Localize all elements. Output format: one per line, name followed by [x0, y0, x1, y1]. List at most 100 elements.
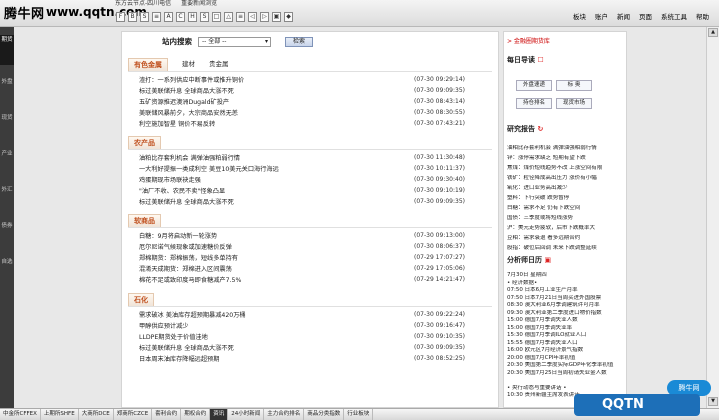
- news-row[interactable]: 混淆天成期货：郑棉进入区间震荡 (07-29 17:05:06): [128, 263, 492, 274]
- menu-item[interactable]: 新闻: [617, 13, 630, 22]
- news-row[interactable]: 五矿资源推迟澳洲Dugald矿投产 (07-30 08:43:14): [128, 96, 492, 107]
- news-title[interactable]: 五矿资源推迟澳洲Dugald矿投产: [128, 97, 414, 106]
- section-tab[interactable]: 贵金属: [209, 58, 229, 71]
- news-row[interactable]: 利空施加智星 铜价不易反转 (07-30 07:43:21): [128, 118, 492, 129]
- news-row[interactable]: 渣打：一系列供应中断事件或推升铜价 (07-30 09:29:14): [128, 74, 492, 85]
- menu-item[interactable]: 板块: [573, 13, 586, 22]
- research-item[interactable]: 油粕比存套利机会 满弹油强粕弱行情: [507, 145, 625, 152]
- bottom-tab[interactable]: 资讯: [210, 409, 229, 420]
- vertical-scrollbar[interactable]: ▲ ▼: [706, 27, 719, 408]
- news-row[interactable]: 需求破冰 美油库存超预期暴减420万桶 (07-30 09:22:24): [128, 309, 492, 320]
- window-tab[interactable]: 重要新闻浏览: [181, 0, 217, 8]
- research-item[interactable]: 焦煤：煤价短线趋势不改 上涨空间有限: [507, 165, 625, 172]
- bottom-tab[interactable]: 上期所SHFE: [41, 409, 79, 420]
- news-title[interactable]: 郑棉期货：郑棉振荡，短线多单持有: [128, 253, 414, 262]
- news-title[interactable]: 一大利好提振一类成利空 美豆10美元关口海行海远: [128, 164, 414, 173]
- toolbar-button-icon[interactable]: C: [176, 12, 185, 22]
- bottom-tab[interactable]: 套利合约: [152, 409, 182, 420]
- news-row[interactable]: LLDPE期货处于价值洼地 (07-30 09:10:35): [128, 331, 492, 342]
- news-row[interactable]: 标过美联储升息 全球商品大涨不死 (07-30 09:09:35): [128, 85, 492, 96]
- news-title[interactable]: 混淆天成期货：郑棉进入区间震荡: [128, 264, 414, 273]
- futures-library-link[interactable]: > 金融圈期货库: [507, 36, 550, 45]
- menu-item[interactable]: 帮助: [696, 13, 709, 22]
- toolbar-button-icon[interactable]: ≡: [236, 12, 245, 22]
- news-title[interactable]: 油粕比存套利机会 满弹油强粕弱行情: [128, 153, 414, 162]
- news-title[interactable]: 鸡蛋期现市场联袂走强: [128, 175, 414, 184]
- guide-button[interactable]: 标 奥: [556, 80, 592, 91]
- toolbar-button-icon[interactable]: S: [200, 12, 209, 22]
- news-title[interactable]: 渣打：一系列供应中断事件或推升铜价: [128, 75, 414, 84]
- toolbar-button-icon[interactable]: □: [212, 12, 221, 22]
- news-title[interactable]: 利空施加智星 铜价不易反转: [128, 119, 414, 128]
- news-row[interactable]: 郑棉期货：郑棉振荡，短线多单持有 (07-29 17:07:27): [128, 252, 492, 263]
- section-title[interactable]: 农产品: [128, 136, 161, 149]
- guide-button[interactable]: 现货市场: [556, 98, 592, 109]
- news-title[interactable]: 棉花不足或致印度马即食糖减产7.5%: [128, 275, 414, 284]
- bottom-tab[interactable]: 商品分类指数: [304, 409, 345, 420]
- research-item[interactable]: 沪：美元走势疲软，后市下跌概率大: [507, 225, 625, 232]
- search-category-select[interactable]: -- 全部 --: [198, 36, 271, 47]
- left-tab-4[interactable]: 外汇: [0, 185, 14, 203]
- research-item[interactable]: 国债：三季度或将短线涨势: [507, 215, 625, 222]
- bottom-tab[interactable]: 中金所CFFEX: [0, 409, 41, 420]
- section-title[interactable]: 有色金属: [128, 58, 168, 71]
- bottom-tab[interactable]: 行业板块: [344, 409, 374, 420]
- menu-item[interactable]: 系统工具: [661, 13, 687, 22]
- toolbar-button-icon[interactable]: ◆: [284, 12, 293, 22]
- guide-button[interactable]: 外盘速递: [516, 80, 552, 91]
- research-item[interactable]: 铁矿：粒径降成高出压力 涨价有小幅: [507, 175, 625, 182]
- left-tab-3[interactable]: 产业: [0, 149, 14, 167]
- bottom-tab[interactable]: 主力合约排名: [264, 409, 305, 420]
- guide-button[interactable]: 持仓排名: [516, 98, 552, 109]
- news-title[interactable]: 标过美联储升息 全球商品大涨不死: [128, 343, 414, 352]
- toolbar-button-icon[interactable]: ▷: [260, 12, 269, 22]
- left-tab-0[interactable]: 期货: [0, 35, 14, 65]
- news-row[interactable]: 标过美联储升息 全球商品大涨不死 (07-30 09:09:35): [128, 196, 492, 207]
- news-title[interactable]: "油厂不收、农民不卖"怪象凸显: [128, 186, 414, 195]
- toolbar-button-icon[interactable]: A: [164, 12, 173, 22]
- news-row[interactable]: 一大利好提振一类成利空 美豆10美元关口海行海远 (07-30 10:11:37): [128, 163, 492, 174]
- research-item[interactable]: 豆粕：需求衰退 看多远期合约: [507, 235, 625, 242]
- left-tab-5[interactable]: 债券: [0, 221, 14, 239]
- section-tab[interactable]: 建材: [182, 58, 195, 71]
- news-row[interactable]: 油粕比存套利机会 满弹油强粕弱行情 (07-30 11:30:48): [128, 152, 492, 163]
- scroll-down-arrow-icon[interactable]: ▼: [708, 397, 718, 406]
- research-item[interactable]: 股指：破位后回调 未来下跌调整延续: [507, 245, 625, 252]
- section-title[interactable]: 软商品: [128, 214, 161, 227]
- news-row[interactable]: 白糖：9月将启动新一轮涨势 (07-30 09:13:00): [128, 230, 492, 241]
- left-tab-6[interactable]: 自选: [0, 257, 14, 275]
- window-tab[interactable]: 东方云节点-四川电信: [115, 0, 171, 8]
- left-tab-2[interactable]: 现货: [0, 113, 14, 131]
- menu-item[interactable]: 页面: [639, 13, 652, 22]
- news-row[interactable]: 厄尔尼诺气候现象或加速糖价反弹 (07-30 08:06:37): [128, 241, 492, 252]
- search-button[interactable]: 检索: [285, 36, 313, 47]
- toolbar-button-icon[interactable]: B: [128, 12, 137, 22]
- research-item[interactable]: 塑料：下行突破 跌势暂停: [507, 195, 625, 202]
- news-title[interactable]: 日本周末油库存降幅远超预期: [128, 354, 414, 363]
- left-tab-1[interactable]: 外盘: [0, 77, 14, 95]
- news-row[interactable]: 标过美联储升息 全球商品大涨不死 (07-30 09:09:35): [128, 342, 492, 353]
- news-row[interactable]: 甲醇供应预计减少 (07-30 09:16:47): [128, 320, 492, 331]
- bottom-tab[interactable]: 期权合约: [181, 409, 211, 420]
- news-title[interactable]: 标过美联储升息 全球商品大涨不死: [128, 197, 414, 206]
- news-title[interactable]: 白糖：9月将启动新一轮涨势: [128, 231, 414, 240]
- toolbar-button-icon[interactable]: F: [116, 12, 125, 22]
- section-title[interactable]: 石化: [128, 293, 154, 306]
- research-item[interactable]: 白糖：需求不足 仍有下跌空间: [507, 205, 625, 212]
- bottom-tab[interactable]: 24小时新闻: [228, 409, 265, 420]
- toolbar-button-icon[interactable]: ◁: [248, 12, 257, 22]
- bottom-tab[interactable]: 大商所DCE: [79, 409, 114, 420]
- scroll-up-arrow-icon[interactable]: ▲: [708, 28, 718, 37]
- menu-item[interactable]: 账户: [595, 13, 608, 22]
- toolbar-button-icon[interactable]: ▣: [272, 12, 281, 22]
- bottom-tab[interactable]: 郑商所CZCE: [114, 409, 153, 420]
- research-item[interactable]: 锌：涨停需求缺乏 短期有望下跌: [507, 155, 625, 162]
- news-row[interactable]: 美联储风暴前夕，大宗商品安然无恙 (07-30 08:30:55): [128, 107, 492, 118]
- news-title[interactable]: 厄尔尼诺气候现象或加速糖价反弹: [128, 242, 414, 251]
- research-item[interactable]: 氧化：进口业务高出减少: [507, 185, 625, 192]
- news-row[interactable]: 鸡蛋期现市场联袂走强 (07-30 09:30:40): [128, 174, 492, 185]
- news-title[interactable]: 甲醇供应预计减少: [128, 321, 414, 330]
- news-title[interactable]: 美联储风暴前夕，大宗商品安然无恙: [128, 108, 414, 117]
- news-row[interactable]: 日本周末油库存降幅远超预期 (07-30 08:52:25): [128, 353, 492, 364]
- toolbar-button-icon[interactable]: S: [140, 12, 149, 22]
